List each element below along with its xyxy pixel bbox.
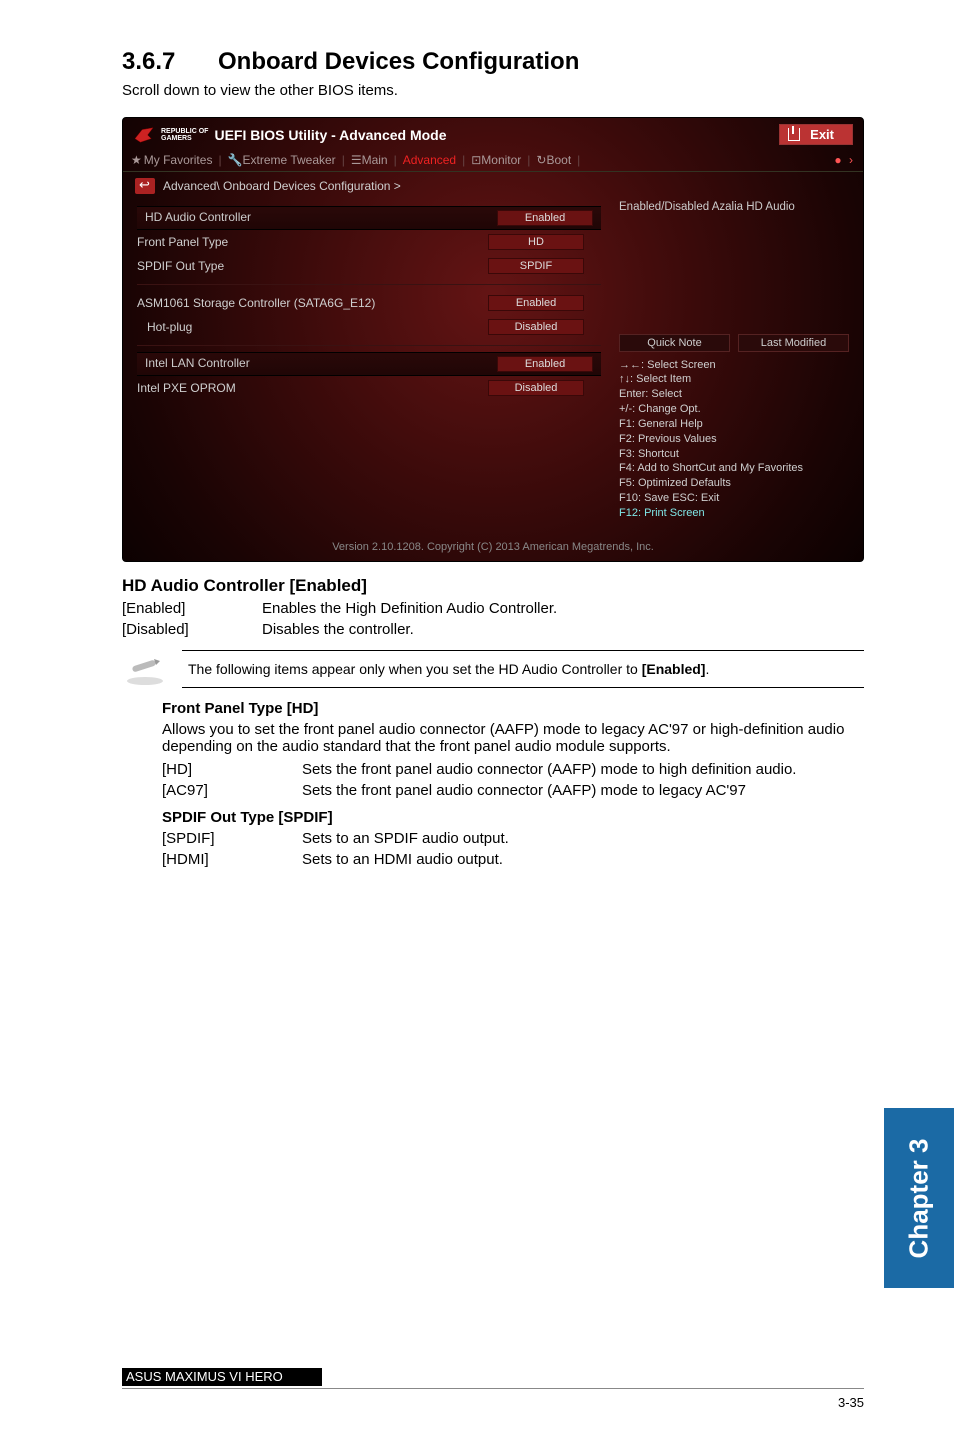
opt-val: Disables the controller. bbox=[262, 621, 864, 638]
row-asm-value[interactable]: Enabled bbox=[488, 295, 584, 311]
brand-line1: REPUBLIC OF bbox=[161, 128, 208, 135]
row-pxe-label: Intel PXE OPROM bbox=[137, 381, 471, 395]
option-help-text: Enabled/Disabled Azalia HD Audio bbox=[619, 200, 849, 216]
row-front-panel-label: Front Panel Type bbox=[137, 235, 471, 249]
breadcrumb: Advanced\ Onboard Devices Configuration … bbox=[163, 179, 401, 193]
back-arrow-icon[interactable] bbox=[135, 178, 155, 194]
bios-menu-tabs: My Favorites| 🔧 Extreme Tweaker| ☰ Main|… bbox=[123, 149, 863, 172]
opt-val: Sets the front panel audio connector (AA… bbox=[302, 782, 864, 799]
opt-key: [Disabled] bbox=[122, 621, 262, 638]
section-number: 3.6.7 bbox=[122, 48, 218, 76]
bios-screenshot: REPUBLIC OF GAMERS UEFI BIOS Utility - A… bbox=[122, 117, 864, 562]
row-asm-label: ASM1061 Storage Controller (SATA6G_E12) bbox=[137, 296, 471, 310]
row-spdif-label: SPDIF Out Type bbox=[137, 259, 471, 273]
rog-logo-icon bbox=[133, 126, 155, 144]
front-panel-desc: Allows you to set the front panel audio … bbox=[162, 721, 864, 755]
exit-button-label: Exit bbox=[810, 127, 834, 142]
heading-front-panel: Front Panel Type [HD] bbox=[162, 700, 864, 717]
last-modified-button[interactable]: Last Modified bbox=[738, 334, 849, 352]
chapter-side-tab: Chapter 3 bbox=[884, 1108, 954, 1288]
opt-key: [HD] bbox=[162, 761, 302, 778]
opt-val: Sets to an HDMI audio output. bbox=[302, 851, 864, 868]
section-heading: 3.6.7Onboard Devices Configuration bbox=[122, 48, 864, 76]
bios-version-footer: Version 2.10.1208. Copyright (C) 2013 Am… bbox=[123, 525, 863, 555]
opt-key: [SPDIF] bbox=[162, 830, 302, 847]
tab-boot[interactable]: Boot bbox=[546, 153, 571, 167]
exit-button[interactable]: Exit bbox=[779, 124, 853, 145]
note-callout: The following items appear only when you… bbox=[182, 650, 864, 688]
heading-spdif: SPDIF Out Type [SPDIF] bbox=[162, 809, 864, 826]
opt-key: [HDMI] bbox=[162, 851, 302, 868]
opt-key: [Enabled] bbox=[122, 600, 262, 617]
row-lan-value[interactable]: Enabled bbox=[497, 356, 593, 372]
footer-product-strip: ASUS MAXIMUS VI HERO bbox=[122, 1368, 322, 1386]
row-hotplug-label: Hot-plug bbox=[137, 320, 471, 334]
section-title: Onboard Devices Configuration bbox=[218, 48, 579, 75]
opt-key: [AC97] bbox=[162, 782, 302, 799]
bios-window-title: UEFI BIOS Utility - Advanced Mode bbox=[214, 127, 446, 143]
opt-val: Sets to an SPDIF audio output. bbox=[302, 830, 864, 847]
row-hd-audio-label: HD Audio Controller bbox=[145, 210, 497, 226]
quick-note-button[interactable]: Quick Note bbox=[619, 334, 730, 352]
tab-monitor[interactable]: Monitor bbox=[481, 153, 521, 167]
row-spdif-value[interactable]: SPDIF bbox=[488, 258, 584, 274]
page-footer: ASUS MAXIMUS VI HERO 3-35 bbox=[122, 1388, 864, 1410]
row-hd-audio-value[interactable]: Enabled bbox=[497, 210, 593, 226]
tab-main[interactable]: Main bbox=[362, 153, 388, 167]
section-subtitle: Scroll down to view the other BIOS items… bbox=[122, 82, 864, 99]
opt-val: Sets the front panel audio connector (AA… bbox=[302, 761, 864, 778]
tab-advanced[interactable]: Advanced bbox=[403, 153, 456, 167]
page-number: 3-35 bbox=[838, 1395, 864, 1410]
note-pencil-icon bbox=[124, 657, 166, 687]
tabs-overflow-icon[interactable]: ● › bbox=[834, 153, 855, 167]
brand-line2: GAMERS bbox=[161, 135, 208, 142]
tab-favorites[interactable]: My Favorites bbox=[131, 153, 212, 167]
tab-tweaker[interactable]: Extreme Tweaker bbox=[243, 153, 336, 167]
row-lan-label: Intel LAN Controller bbox=[145, 356, 497, 372]
row-pxe-value[interactable]: Disabled bbox=[488, 380, 584, 396]
row-front-panel-value[interactable]: HD bbox=[488, 234, 584, 250]
note-text: The following items appear only when you… bbox=[188, 661, 709, 677]
opt-val: Enables the High Definition Audio Contro… bbox=[262, 600, 864, 617]
help-key-legend: →←: Select Screen ↑↓: Select Item Enter:… bbox=[619, 358, 849, 521]
row-hotplug-value[interactable]: Disabled bbox=[488, 319, 584, 335]
heading-hd-audio: HD Audio Controller [Enabled] bbox=[122, 576, 864, 596]
